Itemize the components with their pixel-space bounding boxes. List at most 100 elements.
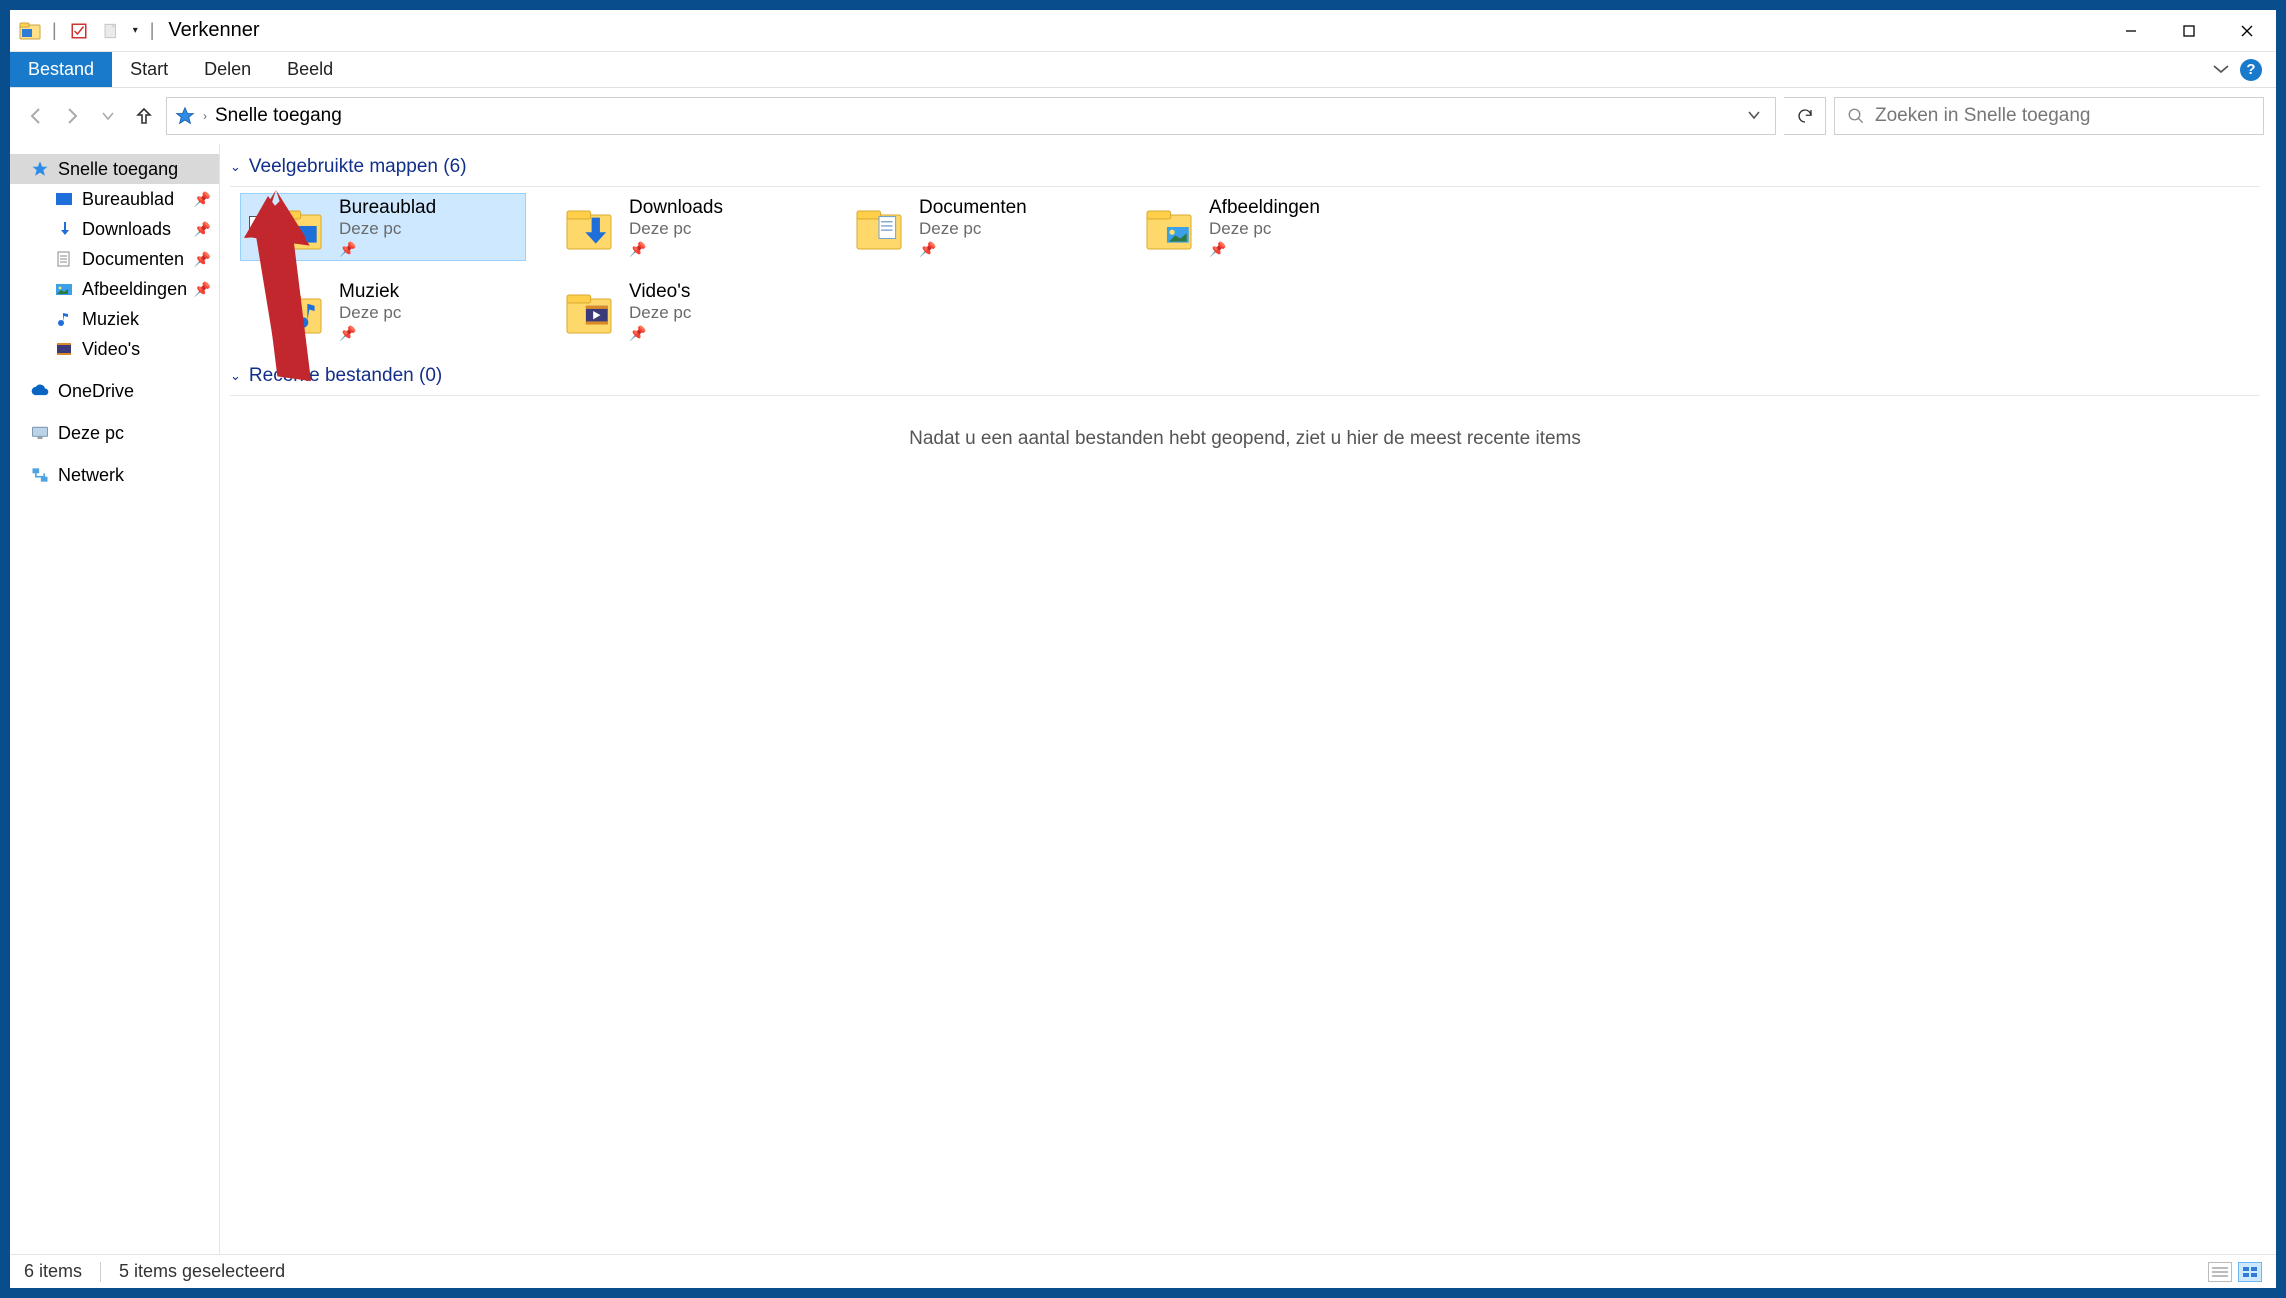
nav-back-button[interactable] — [22, 102, 50, 130]
tile-name: Afbeeldingen — [1209, 197, 1320, 219]
qat-newfolder-icon[interactable] — [97, 17, 125, 45]
folder-tile-documents[interactable]: Documenten Deze pc 📌 — [820, 193, 1106, 261]
pin-icon: 📌 — [194, 221, 211, 238]
explorer-icon — [16, 17, 44, 45]
window-controls — [2102, 10, 2276, 52]
ribbon-tab-share[interactable]: Delen — [186, 52, 269, 87]
chevron-right-icon[interactable]: › — [203, 109, 207, 123]
group-recent-files[interactable]: ⌄ Recente bestanden (0) — [230, 363, 2260, 393]
folder-tile-pictures[interactable]: Afbeeldingen Deze pc 📌 — [1110, 193, 1396, 261]
qat-dropdown[interactable]: ▾ — [129, 25, 142, 36]
pictures-icon — [54, 279, 74, 299]
pin-icon: 📌 — [629, 325, 691, 342]
window-title: Verkenner — [162, 19, 259, 42]
status-bar: 6 items 5 items geselecteerd — [10, 1254, 2276, 1288]
sidebar-item-pictures[interactable]: Afbeeldingen 📌 — [10, 274, 219, 304]
tile-name: Bureaublad — [339, 197, 436, 219]
selection-checkbox[interactable] — [249, 216, 267, 234]
minimize-button[interactable] — [2102, 10, 2160, 52]
sidebar-onedrive[interactable]: OneDrive — [10, 376, 219, 406]
qat-properties-icon[interactable] — [65, 17, 93, 45]
help-icon[interactable]: ? — [2240, 59, 2262, 81]
downloads-folder-icon — [561, 199, 617, 255]
tile-sublabel: Deze pc — [629, 303, 691, 323]
large-icons-view-button[interactable] — [2238, 1262, 2262, 1282]
tile-text: Video's Deze pc 📌 — [629, 281, 691, 342]
tile-text: Downloads Deze pc 📌 — [629, 197, 723, 258]
address-dropdown-icon[interactable] — [1741, 108, 1767, 125]
ribbon-tab-start[interactable]: Start — [112, 52, 186, 87]
view-switcher — [2208, 1262, 2262, 1282]
tile-name: Muziek — [339, 281, 401, 303]
sidebar-this-pc[interactable]: Deze pc — [10, 418, 219, 448]
tile-sublabel: Deze pc — [629, 219, 723, 239]
tile-text: Bureaublad Deze pc 📌 — [339, 197, 436, 258]
folder-tiles: Bureaublad Deze pc 📌 Downloads Deze pc 📌… — [230, 187, 2260, 363]
ribbon-tab-view[interactable]: Beeld — [269, 52, 351, 87]
sidebar-network[interactable]: Netwerk — [10, 460, 219, 490]
pin-icon: 📌 — [194, 191, 211, 208]
sidebar-item-downloads[interactable]: Downloads 📌 — [10, 214, 219, 244]
separator — [100, 1262, 101, 1282]
maximize-button[interactable] — [2160, 10, 2218, 52]
tile-name: Video's — [629, 281, 691, 303]
sidebar-item-desktop[interactable]: Bureaublad 📌 — [10, 184, 219, 214]
group-frequent-folders[interactable]: ⌄ Veelgebruikte mappen (6) — [230, 154, 2260, 184]
documents-folder-icon — [851, 199, 907, 255]
sidebar-item-label: Afbeeldingen — [82, 279, 187, 300]
titlebar: | ▾ | Verkenner — [10, 10, 2276, 52]
sidebar-label: Deze pc — [58, 423, 124, 444]
status-item-count: 6 items — [24, 1261, 82, 1282]
search-box[interactable]: Zoeken in Snelle toegang — [1834, 97, 2264, 135]
videos-folder-icon — [561, 283, 617, 339]
desktop-icon — [54, 189, 74, 209]
search-placeholder: Zoeken in Snelle toegang — [1875, 105, 2091, 127]
navigation-pane[interactable]: Snelle toegang Bureaublad 📌 Downloads 📌 Docu… — [10, 144, 220, 1254]
downloads-icon — [54, 219, 74, 239]
body: Snelle toegang Bureaublad 📌 Downloads 📌 Docu… — [10, 144, 2276, 1254]
address-bar[interactable]: › Snelle toegang — [166, 97, 1776, 135]
sidebar-item-label: Documenten — [82, 249, 184, 270]
content-pane[interactable]: ⌄ Veelgebruikte mappen (6) Bureaublad De… — [220, 144, 2276, 1254]
sidebar-item-label: Video's — [82, 339, 140, 360]
tile-name: Downloads — [629, 197, 723, 219]
close-button[interactable] — [2218, 10, 2276, 52]
tile-text: Muziek Deze pc 📌 — [339, 281, 401, 342]
sidebar-item-label: Muziek — [82, 309, 139, 330]
desktop-folder-icon — [271, 199, 327, 255]
nav-up-button[interactable] — [130, 102, 158, 130]
sidebar-item-documents[interactable]: Documenten📌 — [10, 244, 219, 274]
folder-tile-downloads[interactable]: Downloads Deze pc 📌 — [530, 193, 816, 261]
details-view-button[interactable] — [2208, 1262, 2232, 1282]
sidebar-quick-access[interactable]: Snelle toegang — [10, 154, 219, 184]
search-icon — [1847, 107, 1865, 125]
pin-icon: 📌 — [194, 281, 211, 298]
nav-forward-button[interactable] — [58, 102, 86, 130]
tile-sublabel: Deze pc — [919, 219, 1027, 239]
sidebar-item-videos[interactable]: Video's — [10, 334, 219, 364]
status-selected-count: 5 items geselecteerd — [119, 1261, 285, 1282]
sidebar-item-label: Downloads — [82, 219, 171, 240]
breadcrumb-location[interactable]: Snelle toegang — [215, 105, 342, 127]
network-icon — [30, 465, 50, 485]
pin-icon: 📌 — [339, 241, 436, 258]
recent-empty-message: Nadat u een aantal bestanden hebt geopen… — [230, 396, 2260, 482]
folder-tile-desktop[interactable]: Bureaublad Deze pc 📌 — [240, 193, 526, 261]
sidebar-item-music[interactable]: Muziek — [10, 304, 219, 334]
pin-icon: 📌 — [339, 325, 401, 342]
refresh-button[interactable] — [1784, 97, 1826, 135]
ribbon-collapse-icon[interactable] — [2212, 62, 2230, 78]
folder-tile-videos[interactable]: Video's Deze pc 📌 — [530, 277, 816, 345]
folder-tile-music[interactable]: Muziek Deze pc 📌 — [240, 277, 526, 345]
music-folder-icon — [271, 283, 327, 339]
ribbon: Bestand Start Delen Beeld ? — [10, 52, 2276, 88]
group-label: Veelgebruikte mappen (6) — [249, 156, 467, 178]
nav-recent-dropdown[interactable] — [94, 102, 122, 130]
ribbon-tab-file[interactable]: Bestand — [10, 52, 112, 87]
address-row: › Snelle toegang Zoeken in Snelle toegan… — [10, 88, 2276, 144]
sidebar-label: Netwerk — [58, 465, 124, 486]
chevron-down-icon: ⌄ — [230, 159, 241, 175]
tile-name: Documenten — [919, 197, 1027, 219]
star-icon — [30, 159, 50, 179]
sidebar-item-label: Bureaublad — [82, 189, 174, 210]
